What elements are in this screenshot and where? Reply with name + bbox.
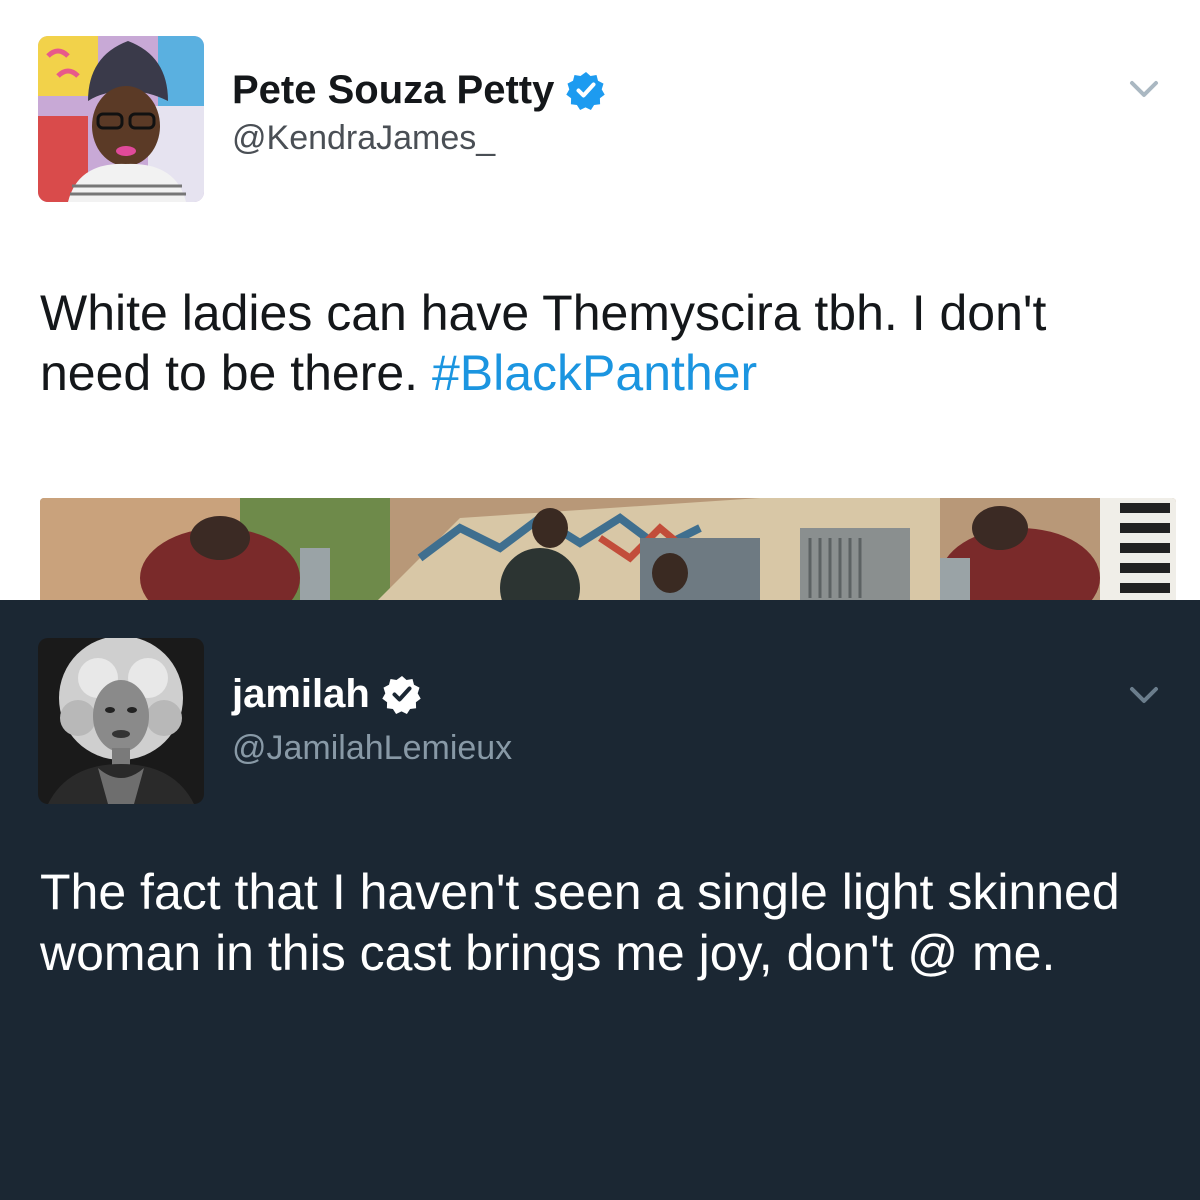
tweet-card-top: Pete Souza Petty @KendraJames_ White lad… — [0, 0, 1200, 600]
author-row: jamilah — [232, 670, 422, 718]
tweet-text: White ladies can have Themyscira tbh. I … — [40, 283, 1170, 403]
display-name[interactable]: jamilah — [232, 670, 370, 718]
avatar-kendra[interactable] — [38, 36, 204, 202]
author-row: Pete Souza Petty — [232, 66, 606, 114]
tweet-card-bottom: jamilah @JamilahLemieux The fact that I … — [0, 600, 1200, 1200]
avatar-jamilah[interactable] — [38, 638, 204, 804]
verified-badge-icon — [566, 70, 606, 110]
tweet-media-image[interactable] — [40, 498, 1176, 600]
display-name[interactable]: Pete Souza Petty — [232, 66, 554, 114]
chevron-down-icon[interactable] — [1124, 74, 1164, 104]
verified-badge-icon — [382, 674, 422, 714]
hashtag-link[interactable]: #BlackPanther — [432, 345, 757, 401]
tweet-text: The fact that I haven't seen a single li… — [40, 864, 1120, 981]
chevron-down-icon[interactable] — [1124, 680, 1164, 710]
user-handle[interactable]: @JamilahLemieux — [232, 728, 512, 768]
user-handle[interactable]: @KendraJames_ — [232, 118, 495, 158]
